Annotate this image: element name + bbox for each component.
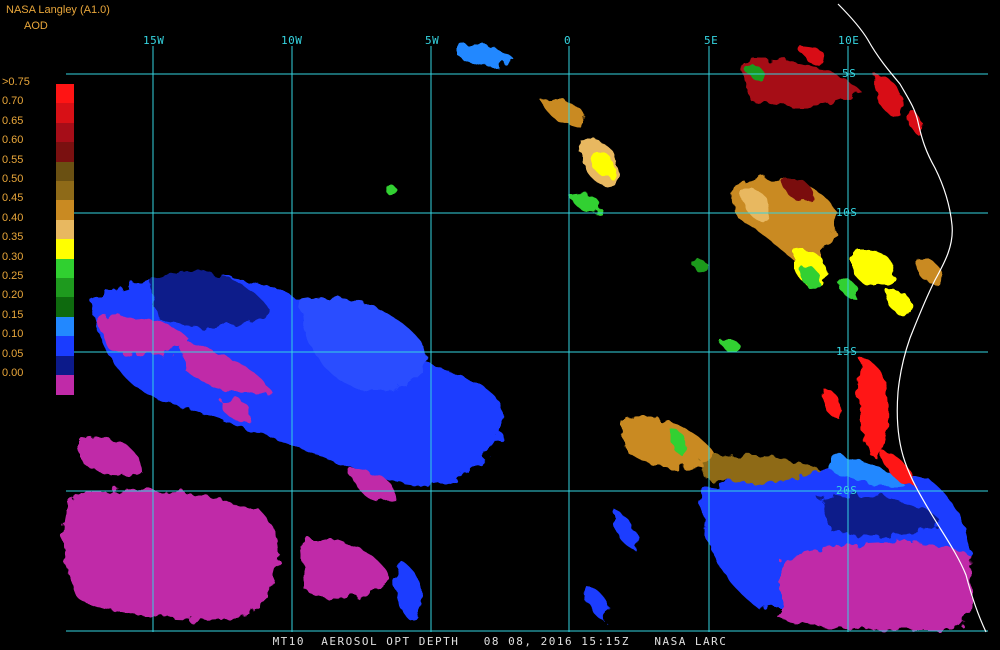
legend-swatch: [56, 161, 74, 182]
legend-tick-label: 0.60: [2, 134, 24, 147]
legend-tick-label: 0.70: [2, 95, 24, 108]
legend-tick-label: 0.15: [2, 308, 24, 321]
lon-label: 0: [564, 34, 572, 47]
map-caption: MT10 AEROSOL OPT DEPTH 08 08, 2016 15:15…: [272, 635, 728, 648]
legend-swatch: [56, 142, 74, 163]
legend-swatch: [56, 239, 74, 260]
aerosol-field: [63, 44, 972, 630]
legend-tick-label: 0.35: [2, 231, 24, 244]
legend-tick-label: 0.30: [2, 250, 24, 263]
legend-tick-label: 0.00: [2, 367, 24, 379]
lat-label: 10S: [836, 206, 858, 219]
legend-swatch: [56, 200, 74, 221]
aod-map: [63, 3, 988, 633]
legend-swatch: [56, 122, 74, 143]
product-label: AOD: [24, 20, 48, 32]
legend-swatch: [56, 219, 74, 240]
legend-swatch: [56, 278, 74, 298]
lon-label: 10E: [838, 34, 860, 47]
lat-label: 15S: [836, 345, 858, 358]
legend-tick-label: >0.75: [2, 76, 30, 88]
legend-tick-label: 0.05: [2, 347, 24, 360]
legend-tick-label: 0.40: [2, 211, 24, 224]
legend-tick-label: 0.25: [2, 270, 24, 282]
legend-tick-label: 0.65: [2, 114, 24, 127]
legend-swatch: [56, 336, 74, 357]
legend-swatch: [56, 103, 74, 124]
legend-swatch: [56, 84, 74, 104]
legend-tick-label: 0.20: [2, 289, 24, 302]
aod-legend: >0.75 0.70 0.65 0.60 0.55 0.50 0.45 0.40 0.35 0.3…: [0, 76, 80, 436]
lat-label: 5S: [842, 67, 857, 80]
legend-swatch: [56, 181, 74, 201]
legend-tick-label: 0.55: [2, 153, 24, 166]
legend-swatch: [56, 355, 74, 376]
legend-swatch: [56, 258, 74, 279]
source-title: NASA Langley (A1.0): [6, 4, 110, 16]
legend-tick-label: 0.45: [2, 192, 24, 205]
legend-tick-label: 0.50: [2, 173, 24, 185]
lat-label: 20S: [836, 484, 858, 497]
legend-swatch: [56, 316, 74, 337]
legend-tick-label: 0.10: [2, 328, 24, 341]
lon-label: 10W: [281, 34, 303, 47]
lon-label: 15W: [143, 34, 165, 47]
legend-swatch: [56, 375, 74, 395]
lon-label: 5W: [425, 34, 440, 47]
lon-label: 5E: [704, 34, 719, 47]
legend-swatch: [56, 297, 74, 318]
